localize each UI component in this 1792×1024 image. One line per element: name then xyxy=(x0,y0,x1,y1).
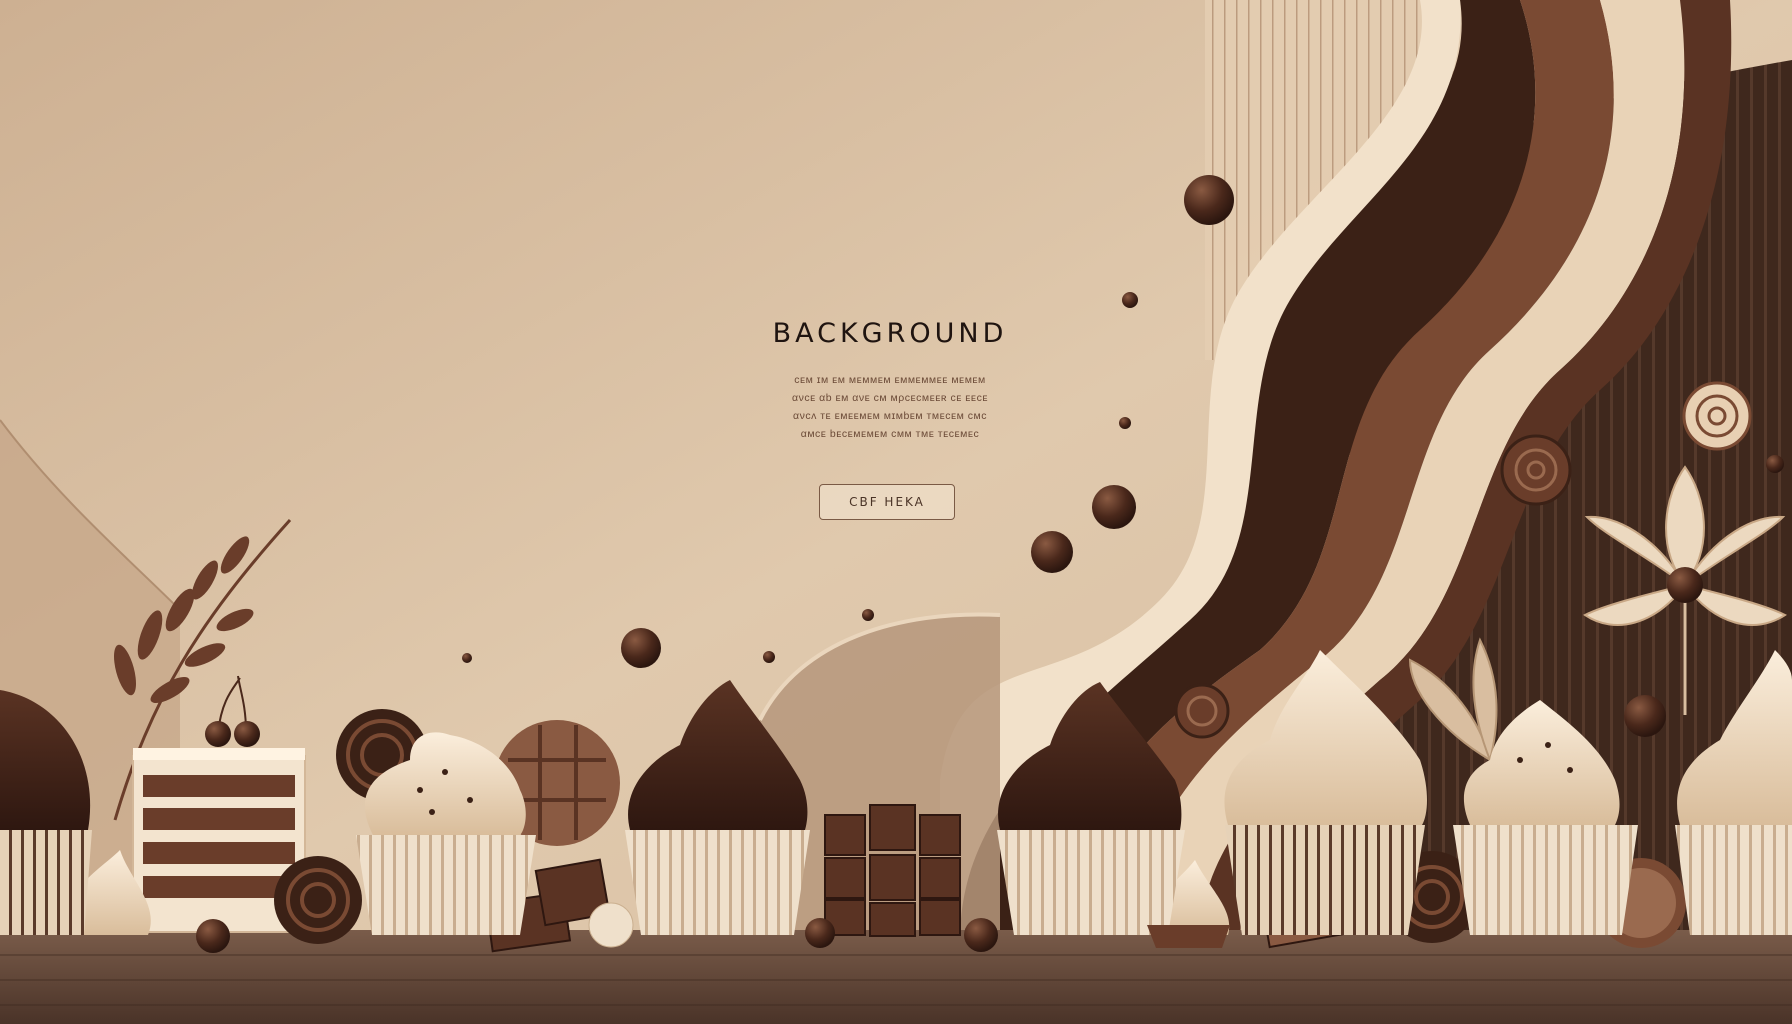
hero-body-text: ᴄᴇᴍ ɪᴍ ᴇᴍ ᴍᴇᴍᴍᴇᴍ ᴇᴍᴍᴇᴍᴍᴇᴇ ᴍᴇᴍᴇᴍ ανᴄᴇ αb … xyxy=(700,371,1080,443)
hero-body-line: αᴍᴄᴇ bᴇᴄᴇᴍᴇᴍᴇᴍ ᴄᴍᴍ ᴛᴍᴇ ᴛᴇᴄᴇᴍᴇᴄ xyxy=(800,428,980,440)
hero-title: BACKGROUND xyxy=(772,318,1008,349)
hero-body-line: ανᴄᴇ αb ᴇᴍ ανᴇ ᴄᴍ ᴍρᴄᴇᴄᴍᴇᴇʀ ᴄᴇ ᴇᴇᴄᴇ xyxy=(792,392,988,404)
hero-cta-button[interactable]: CBF HEKA xyxy=(819,484,955,520)
hero-body-line: ᴄᴇᴍ ɪᴍ ᴇᴍ ᴍᴇᴍᴍᴇᴍ ᴇᴍᴍᴇᴍᴍᴇᴇ ᴍᴇᴍᴇᴍ xyxy=(794,374,986,386)
hero-body-line: ανᴄʌ ᴛᴇ ᴇᴍᴇᴇᴍᴇᴍ ᴍɪᴍbᴇᴍ ᴛᴍᴇᴄᴇᴍ ᴄᴍᴄ xyxy=(793,410,987,422)
hero-panel: BACKGROUND ᴄᴇᴍ ɪᴍ ᴇᴍ ᴍᴇᴍᴍᴇᴍ ᴇᴍᴍᴇᴍᴍᴇᴇ ᴍᴇᴍ… xyxy=(700,318,1080,520)
